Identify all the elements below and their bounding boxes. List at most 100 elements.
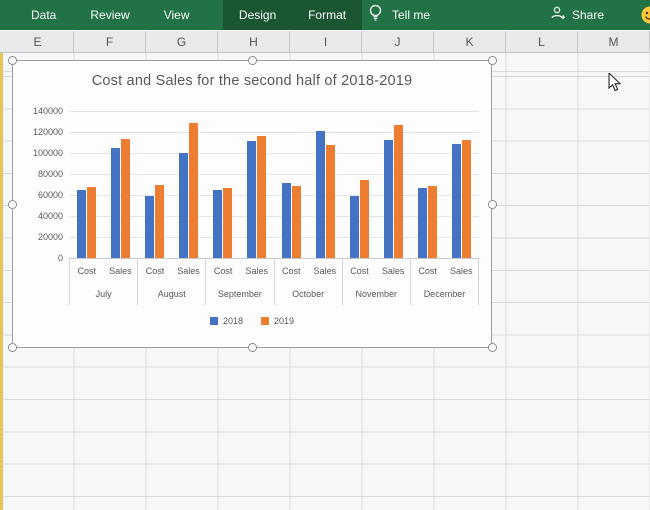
ribbon-tab-view[interactable]: View bbox=[147, 0, 207, 30]
bar-subgroup-december-cost bbox=[411, 111, 445, 258]
bar-2018-october-sales[interactable] bbox=[316, 131, 325, 258]
chart-title[interactable]: Cost and Sales for the second half of 20… bbox=[13, 73, 491, 89]
bar-2018-september-cost[interactable] bbox=[213, 190, 222, 258]
legend-item-2018[interactable]: 2018 bbox=[210, 316, 243, 326]
column-header-e[interactable]: E bbox=[2, 31, 74, 52]
y-axis-tick-label[interactable]: 60000 bbox=[13, 190, 63, 200]
ribbon: DataReviewViewHelp DesignFormat Tell me bbox=[0, 0, 650, 30]
bar-2018-july-cost[interactable] bbox=[77, 190, 86, 258]
bar-subgroup-september-sales bbox=[240, 111, 274, 258]
bar-2019-august-sales[interactable] bbox=[189, 123, 198, 258]
tell-me-button[interactable]: Tell me bbox=[368, 0, 430, 30]
column-header-f[interactable]: F bbox=[74, 31, 146, 52]
column-header-j[interactable]: J bbox=[362, 31, 434, 52]
x-axis-label-cost: Cost bbox=[206, 259, 240, 283]
share-button[interactable]: Share bbox=[550, 0, 604, 30]
bar-2018-november-cost[interactable] bbox=[350, 196, 359, 258]
bar-2019-september-sales[interactable] bbox=[257, 136, 266, 258]
bar-2019-november-sales[interactable] bbox=[394, 125, 403, 258]
x-axis-month-october: October bbox=[275, 283, 342, 305]
bar-group-september bbox=[206, 111, 274, 258]
chart-resize-handle[interactable] bbox=[248, 56, 257, 65]
bar-subgroup-december-sales bbox=[445, 111, 479, 258]
bar-2019-september-cost[interactable] bbox=[223, 188, 232, 258]
bar-subgroup-august-cost bbox=[137, 111, 171, 258]
x-axis-group-december: CostSalesDecember bbox=[410, 259, 479, 305]
y-axis-tick-label[interactable]: 20000 bbox=[13, 232, 63, 242]
bar-2019-october-sales[interactable] bbox=[326, 145, 335, 258]
bar-subgroup-july-sales bbox=[103, 111, 137, 258]
bar-2019-december-cost[interactable] bbox=[428, 186, 437, 258]
y-axis-tick-label[interactable]: 40000 bbox=[13, 211, 63, 221]
x-axis-label-sales: Sales bbox=[376, 259, 410, 283]
lightbulb-icon bbox=[368, 4, 383, 26]
x-axis-month-november: November bbox=[343, 283, 410, 305]
bar-2018-july-sales[interactable] bbox=[111, 148, 120, 258]
x-axis-month-july: July bbox=[70, 283, 137, 305]
contextual-tab-design[interactable]: Design bbox=[233, 0, 282, 30]
chart-object[interactable]: Cost and Sales for the second half of 20… bbox=[12, 60, 492, 348]
smiley-feedback-icon[interactable] bbox=[641, 6, 650, 24]
bar-2018-september-sales[interactable] bbox=[247, 141, 256, 258]
column-header-m[interactable]: M bbox=[578, 31, 650, 52]
bar-2019-december-sales[interactable] bbox=[462, 140, 471, 258]
x-axis-month-august: August bbox=[138, 283, 205, 305]
mouse-cursor bbox=[608, 73, 626, 98]
legend-label-2018: 2018 bbox=[223, 316, 243, 326]
chart-resize-handle[interactable] bbox=[488, 56, 497, 65]
legend-label-2019: 2019 bbox=[274, 316, 294, 326]
chart-resize-handle[interactable] bbox=[8, 56, 17, 65]
bar-2019-august-cost[interactable] bbox=[155, 185, 164, 259]
x-axis-group-september: CostSalesSeptember bbox=[205, 259, 273, 305]
x-axis-label-sales: Sales bbox=[308, 259, 342, 283]
bar-2019-november-cost[interactable] bbox=[360, 180, 369, 258]
column-header-h[interactable]: H bbox=[218, 31, 290, 52]
bar-2019-october-cost[interactable] bbox=[292, 186, 301, 258]
chart-resize-handle[interactable] bbox=[8, 343, 17, 352]
contextual-tab-format[interactable]: Format bbox=[302, 0, 352, 30]
y-axis-tick-label[interactable]: 140000 bbox=[13, 106, 63, 116]
x-axis-label-sales: Sales bbox=[240, 259, 274, 283]
ribbon-tab-data[interactable]: Data bbox=[14, 0, 73, 30]
y-axis-tick-label[interactable]: 120000 bbox=[13, 127, 63, 137]
column-header-l[interactable]: L bbox=[506, 31, 578, 52]
x-axis-label-sales: Sales bbox=[172, 259, 206, 283]
bar-group-october bbox=[274, 111, 342, 258]
bar-group-december bbox=[411, 111, 479, 258]
bar-2018-august-sales[interactable] bbox=[179, 153, 188, 258]
bar-subgroup-september-cost bbox=[206, 111, 240, 258]
chart-legend[interactable]: 2018 2019 bbox=[13, 314, 491, 328]
bar-2019-july-cost[interactable] bbox=[87, 187, 96, 258]
bar-2018-december-sales[interactable] bbox=[452, 144, 461, 258]
chart-resize-handle[interactable] bbox=[8, 200, 17, 209]
legend-item-2019[interactable]: 2019 bbox=[261, 316, 294, 326]
bar-subgroup-november-cost bbox=[342, 111, 376, 258]
bar-2018-december-cost[interactable] bbox=[418, 188, 427, 258]
y-axis-tick-label[interactable]: 100000 bbox=[13, 148, 63, 158]
bar-subgroup-july-cost bbox=[69, 111, 103, 258]
bar-2018-november-sales[interactable] bbox=[384, 140, 393, 258]
bar-2018-october-cost[interactable] bbox=[282, 183, 291, 258]
column-header-i[interactable]: I bbox=[290, 31, 362, 52]
chart-resize-handle[interactable] bbox=[488, 200, 497, 209]
y-axis-tick-label[interactable]: 0 bbox=[13, 253, 63, 263]
app-window: DataReviewViewHelp DesignFormat Tell me bbox=[0, 0, 650, 510]
share-person-icon bbox=[550, 5, 566, 26]
x-axis-group-october: CostSalesOctober bbox=[274, 259, 342, 305]
bar-subgroup-october-sales bbox=[308, 111, 342, 258]
bar-2018-august-cost[interactable] bbox=[145, 196, 154, 258]
x-axis-group-november: CostSalesNovember bbox=[342, 259, 410, 305]
x-axis-group-august: CostSalesAugust bbox=[137, 259, 205, 305]
y-axis-tick-label[interactable]: 80000 bbox=[13, 169, 63, 179]
x-axis-label-cost: Cost bbox=[70, 259, 104, 283]
x-axis-label-sales: Sales bbox=[444, 259, 478, 283]
ribbon-tab-review[interactable]: Review bbox=[73, 0, 146, 30]
chart-x-axis[interactable]: CostSalesJulyCostSalesAugustCostSalesSep… bbox=[69, 258, 479, 305]
chart-resize-handle[interactable] bbox=[248, 343, 257, 352]
column-header-g[interactable]: G bbox=[146, 31, 218, 52]
chart-resize-handle[interactable] bbox=[488, 343, 497, 352]
chart-bars bbox=[69, 111, 479, 258]
column-header-k[interactable]: K bbox=[434, 31, 506, 52]
bar-2019-july-sales[interactable] bbox=[121, 139, 130, 258]
bar-group-august bbox=[137, 111, 205, 258]
